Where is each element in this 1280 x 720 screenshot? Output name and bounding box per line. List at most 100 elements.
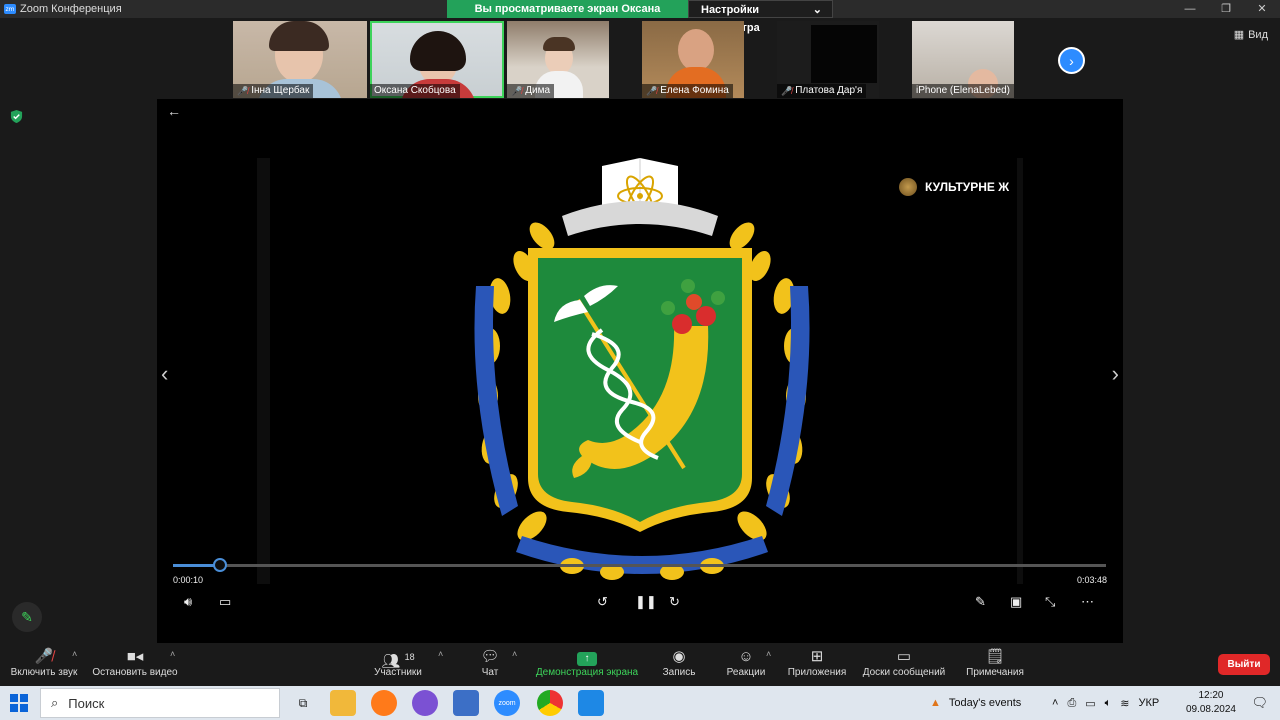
participant-name: 🎤̸ Інна Щербак [233, 84, 314, 98]
participant-name: 🎤̸ Елена Фомина [642, 84, 733, 98]
record-button[interactable]: ◉ Запись [658, 647, 700, 678]
search-placeholder: Поиск [68, 695, 105, 711]
participant-tile[interactable]: 🎤̸ Платова Дар'я [777, 21, 879, 98]
chat-icon: 💬︎ [480, 648, 500, 665]
taskbar-search[interactable]: ⌕ Поиск [40, 688, 280, 718]
chevron-down-icon: ⌄ [812, 4, 822, 16]
mic-off-icon: 🎤̸ [646, 86, 658, 96]
participant-tile[interactable]: iPhone (ElenaLebed) [912, 21, 1014, 98]
next-arrow-icon[interactable]: › [1112, 361, 1119, 387]
viber-icon[interactable] [412, 690, 438, 716]
weather-text: Today's events [948, 697, 1022, 709]
participant-name: 🎤̸ Платова Дар'я [777, 84, 867, 98]
video-button[interactable]: ■◂ Остановить видео ˄ [90, 647, 180, 678]
battery-icon[interactable]: ▭ [1085, 697, 1095, 710]
task-view-icon[interactable]: ⧉ [290, 690, 316, 716]
chat-button[interactable]: 💬︎ Чат ˄ [474, 647, 517, 678]
pen-icon[interactable]: ✎ [975, 594, 986, 610]
caret-up-icon[interactable]: ˄ [170, 649, 175, 659]
share-screen-button[interactable]: ↑ Демонстрация экрана [532, 647, 642, 678]
video-label: Остановить видео [92, 667, 178, 678]
caret-up-icon[interactable]: ˄ [766, 649, 771, 659]
forward-30-icon[interactable]: ↻ [669, 594, 680, 610]
time-total: 0:03:48 [1076, 575, 1107, 585]
shared-screen: ← КУЛЬТУРНЕ Ж ‹ › 0:00:10 0:03:48 🔊︎ ▭ ↺… [157, 99, 1123, 643]
minimize-icon[interactable]: — [1172, 0, 1208, 18]
caret-up-icon[interactable]: ˄ [512, 649, 517, 659]
participant-tile[interactable]: 🎤̸ Дима [507, 21, 609, 98]
language-indicator[interactable]: УКР [1138, 697, 1159, 709]
mic-muted-icon: 🎤̸ [34, 648, 54, 665]
participant-tile-active-speaker[interactable]: Оксана Скобцова [370, 21, 504, 98]
leave-button[interactable]: Выйти [1218, 654, 1270, 675]
window-controls: — ❐ ✕ [1172, 0, 1280, 18]
windows-taskbar: ⌕ Поиск ⧉ zoom ▲ Today's events ˄ ⎙ ▭ 🔈︎… [0, 686, 1280, 720]
speaker-icon[interactable]: 🔈︎ [1105, 697, 1112, 710]
participants-button[interactable]: 👥︎ 18 Участники ˄ [370, 647, 443, 678]
mic-off-icon: 🎤̸ [781, 86, 793, 96]
pause-icon[interactable]: ❚❚ [635, 594, 657, 610]
notes-label: Примечания [966, 667, 1024, 678]
search-icon: ⌕ [51, 695, 59, 710]
apps-button[interactable]: ⊞ Приложения [784, 647, 850, 678]
whiteboard-icon: ▭ [896, 648, 912, 665]
chat-label: Чат [481, 667, 499, 678]
mic-off-icon: 🎤̸ [237, 86, 249, 96]
caret-up-icon[interactable]: ˄ [72, 649, 77, 659]
zoom-taskbar-icon[interactable]: zoom [494, 690, 520, 716]
system-tray: ˄ ⎙ ▭ 🔈︎ ≋ УКР [1052, 686, 1159, 720]
apps-icon: ⊞ [810, 648, 824, 665]
apps-label: Приложения [787, 667, 847, 678]
wifi-icon[interactable]: ≋ [1120, 697, 1129, 710]
chrome-icon[interactable] [537, 690, 563, 716]
reactions-button[interactable]: ☺︎ Реакции ˄ [722, 647, 772, 678]
emoji-icon: ☺︎ [738, 648, 754, 665]
notifications-icon[interactable]: 🗨︎ [1251, 695, 1268, 711]
show-hidden-icon[interactable]: ˄ [1052, 697, 1058, 709]
miniplayer-icon[interactable]: ▣ [1010, 594, 1022, 610]
next-participants-button[interactable]: › [1058, 47, 1085, 74]
notes-button[interactable]: 🗒︎ Примечания [962, 647, 1028, 678]
record-label: Запись [662, 667, 696, 678]
caret-up-icon[interactable]: ˄ [438, 649, 443, 659]
channel-name: КУЛЬТУРНЕ Ж [925, 180, 1010, 194]
volume-icon[interactable]: 🔊︎ [184, 594, 192, 610]
view-button[interactable]: ▦ Вид [1234, 28, 1268, 42]
photos-icon[interactable] [578, 690, 604, 716]
video-edge-left [257, 158, 270, 584]
video-progress-knob[interactable] [212, 558, 227, 572]
previous-arrow-icon[interactable]: ‹ [161, 361, 168, 387]
clock[interactable]: 12:20 09.08.2024 [1186, 689, 1236, 717]
participant-name: iPhone (ElenaLebed) [912, 84, 1014, 98]
device-icon[interactable]: ⎙ [1067, 697, 1076, 710]
weather-widget[interactable]: ▲ Today's events [930, 686, 1021, 720]
file-explorer-icon[interactable] [330, 690, 356, 716]
whiteboards-button[interactable]: ▭ Доски сообщений [858, 647, 950, 678]
more-icon[interactable]: ⋯ [1081, 594, 1094, 610]
windows-start-icon[interactable] [10, 694, 28, 712]
view-settings-label: Настройки просмотра [701, 4, 760, 34]
unmute-button[interactable]: 🎤̸ Включить звук ˄ [8, 647, 80, 678]
unmute-label: Включить звук [10, 667, 78, 678]
annotate-button[interactable]: ✎ [12, 602, 42, 632]
exit-fullscreen-icon[interactable]: ⤡ [1045, 594, 1055, 610]
firefox-icon[interactable] [371, 690, 397, 716]
back-arrow-icon[interactable]: ← [167, 103, 181, 119]
captions-icon[interactable]: ▭ [219, 594, 231, 610]
video-progress-bar[interactable] [173, 558, 1106, 572]
view-settings-button[interactable]: Настройки просмотра ⌄ [688, 0, 833, 34]
close-icon[interactable]: ✕ [1244, 0, 1280, 18]
restore-icon[interactable]: ❐ [1208, 0, 1244, 18]
share-banner: Вы просматриваете экран Оксана Скобцова … [447, 0, 833, 34]
record-icon: ◉ [672, 648, 686, 665]
camera-icon: ■◂ [126, 648, 144, 665]
participant-tile[interactable]: 🎤̸ Інна Щербак [233, 21, 367, 98]
rewind-10-icon[interactable]: ↺ [597, 594, 608, 610]
zoom-window: zm Zoom Конференция Вы просматриваете эк… [0, 0, 1280, 720]
save-app-icon[interactable] [453, 690, 479, 716]
participant-tile[interactable]: 🎤̸ Елена Фомина [642, 21, 744, 98]
zoom-logo-icon: zm [4, 4, 16, 14]
channel-badge: КУЛЬТУРНЕ Ж [899, 178, 1009, 196]
whiteboards-label: Доски сообщений [862, 667, 946, 678]
encryption-shield-icon[interactable] [10, 110, 23, 123]
